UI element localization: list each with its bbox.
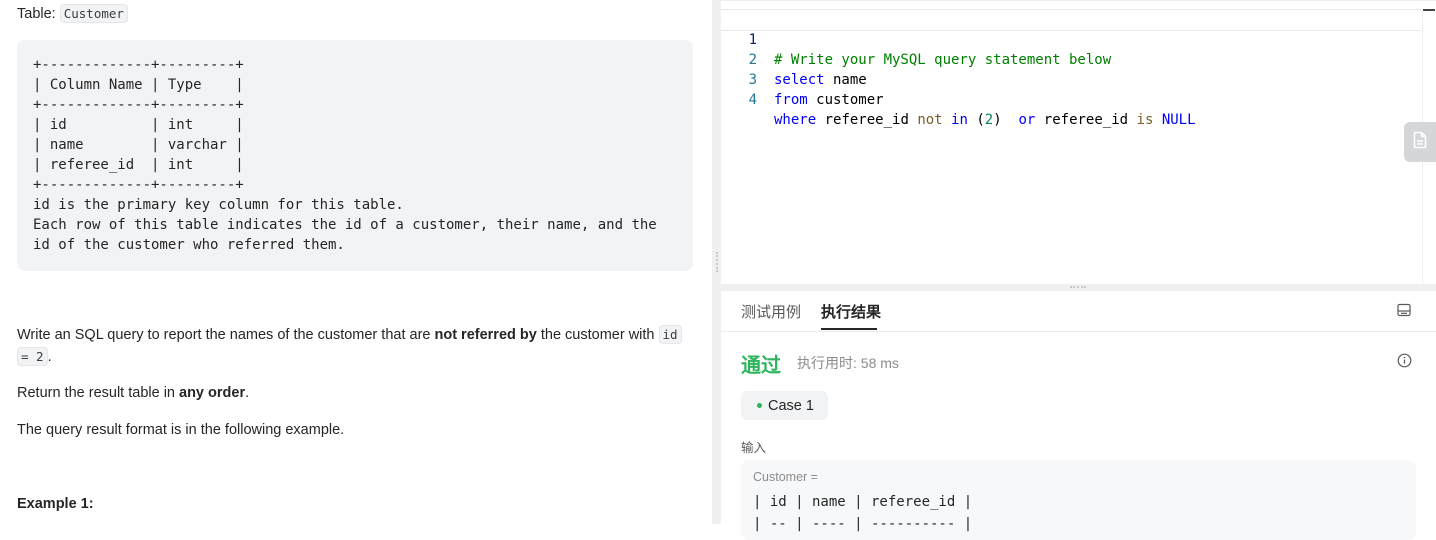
format-statement: The query result format is in the follow…	[17, 422, 345, 438]
result-panel: 测试用例 执行结果 通过 执行用时: 58 ms Case 1 输入 Custo…	[721, 291, 1436, 540]
inline-code-id: id	[658, 325, 682, 344]
number-token: 2	[984, 112, 994, 128]
keyword-token: from	[774, 92, 808, 108]
keyword-token: in	[951, 112, 968, 128]
vertical-drag-handle[interactable]	[716, 252, 719, 272]
operator-token: not	[917, 112, 943, 128]
inline-code-eq: = 2	[17, 347, 48, 366]
keyword-token: NULL	[1161, 112, 1196, 128]
identifier-token: customer	[807, 92, 884, 108]
table-label: Table:	[17, 6, 56, 22]
case-label: Case 1	[768, 397, 814, 414]
keyword-token: where	[774, 112, 817, 128]
table-title: Table: Customer	[17, 3, 128, 25]
runtime-text: 执行用时: 58 ms	[797, 355, 899, 371]
identifier-token: referee_id	[816, 112, 918, 128]
input-header-row: | id | name | referee_id |	[753, 494, 973, 510]
schema-text: +-------------+---------+ | Column Name …	[33, 57, 657, 253]
order-statement: Return the result table in any order.	[17, 382, 249, 404]
table-name-code: Customer	[59, 4, 128, 23]
line-number: 4	[748, 92, 757, 108]
order-bold: any order	[179, 385, 246, 401]
input-separator-row: | -- | ---- | ---------- |	[753, 516, 973, 532]
order-text: Return the result table in	[17, 385, 180, 401]
order-end: .	[245, 385, 250, 401]
input-label: 输入	[741, 441, 767, 455]
line-source: from customer	[774, 90, 884, 110]
code-line-4[interactable]: 4 where referee_id not in (2) or referee…	[721, 70, 1421, 128]
line-source: where referee_id not in (2) or referee_i…	[774, 110, 1196, 130]
case-1-button[interactable]: Case 1	[741, 391, 828, 420]
info-icon[interactable]	[1397, 353, 1412, 373]
case-status-dot	[757, 403, 762, 408]
operator-token: is	[1136, 112, 1154, 128]
document-icon	[1413, 131, 1427, 154]
input-table-name: Customer =	[753, 470, 818, 484]
editor-overview-ruler-mark	[1423, 9, 1435, 11]
example-heading: Example 1:	[17, 496, 94, 512]
problem-description-panel: Table: Customer +-------------+---------…	[0, 0, 712, 524]
code-editor[interactable]: 1 # Write your MySQL query statement bel…	[721, 0, 1436, 285]
panel-layout-icon[interactable]	[1397, 303, 1411, 322]
code-line-3[interactable]: 3 from customer	[721, 50, 1421, 108]
keyword-token: or	[1018, 112, 1036, 128]
tab-run-result[interactable]: 执行结果	[821, 301, 881, 322]
tab-testcase[interactable]: 测试用例	[741, 301, 801, 322]
active-tab-indicator	[821, 328, 877, 330]
code-line-1[interactable]: 1 # Write your MySQL query statement bel…	[721, 9, 1421, 68]
problem-statement: Write an SQL query to report the names o…	[17, 324, 682, 346]
input-display-box: Customer = | id | name | referee_id | | …	[741, 460, 1416, 540]
schema-code-block: +-------------+---------+ | Column Name …	[17, 40, 693, 271]
status-accepted: 通过	[741, 355, 781, 377]
side-document-tab[interactable]	[1404, 122, 1436, 162]
paren-token: (	[967, 112, 985, 128]
horizontal-drag-handle[interactable]	[1070, 286, 1086, 289]
code-line-2[interactable]: 2 select name	[721, 30, 1421, 88]
paren-token: )	[993, 112, 1019, 128]
statement-end: .	[47, 349, 52, 365]
identifier-token: referee_id	[1035, 112, 1137, 128]
problem-statement-cont: = 2.	[17, 346, 52, 368]
statement-bold: not referred by	[434, 327, 537, 343]
result-tabs: 测试用例 执行结果	[721, 291, 1436, 332]
statement-text: Write an SQL query to report the names o…	[17, 327, 435, 343]
statement-text-2: the customer with	[536, 327, 659, 343]
